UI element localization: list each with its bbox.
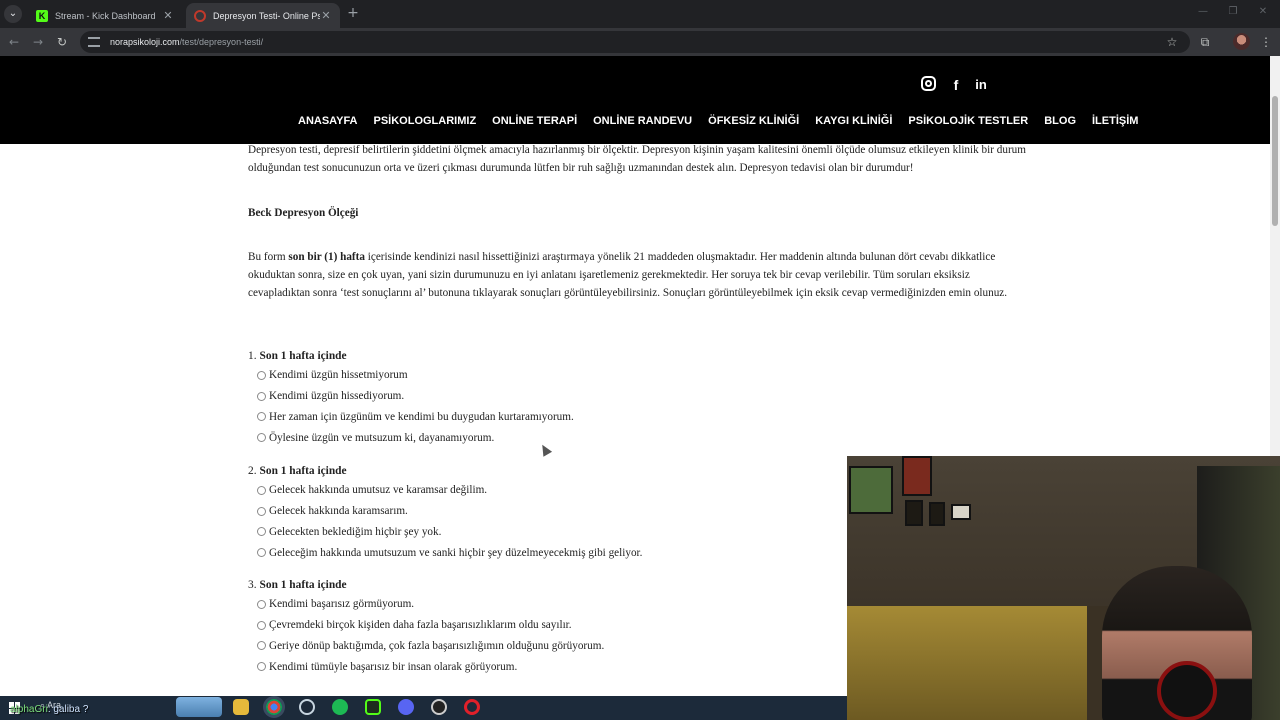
site-header: f in ANASAYFA PSİKOLOGLARIMIZ ONLİNE TER…: [0, 56, 1270, 144]
kick-favicon-icon: K: [36, 9, 48, 22]
webcam-overlay: [847, 456, 1280, 720]
close-tab-icon[interactable]: ✕: [162, 9, 174, 22]
browser-toolbar: ← → ↻ norapsikoloji.com/test/depresyon-t…: [0, 28, 1280, 56]
answer-option[interactable]: Gelecek hakkında karamsarım.: [248, 501, 848, 522]
answer-option[interactable]: Kendimi üzgün hissediyorum.: [248, 386, 848, 407]
radio-button[interactable]: [257, 506, 266, 516]
bookmark-star-icon[interactable]: ☆: [1164, 34, 1180, 50]
answer-option[interactable]: Geriye dönüp baktığımda, çok fazla başar…: [248, 636, 848, 657]
chat-overlay-message: alphaGri: galiba ?: [10, 704, 89, 715]
scale-title: Beck Depresyon Ölçeği: [248, 207, 359, 219]
new-tab-button[interactable]: +: [346, 6, 360, 20]
browser-menu-icon[interactable]: ⋮: [1258, 34, 1274, 50]
instagram-icon[interactable]: [921, 76, 936, 91]
question-title: 3. Son 1 hafta içinde: [248, 579, 347, 591]
wall-frame: [905, 500, 923, 526]
nora-favicon-icon: [194, 9, 206, 22]
radio-button[interactable]: [257, 433, 266, 443]
answer-option[interactable]: Gelecek hakkında umutsuz ve karamsar değ…: [248, 480, 848, 501]
answer-option[interactable]: Kendimi başarısız görmüyorum.: [248, 594, 848, 615]
window-close-button[interactable]: ✕: [1252, 6, 1274, 20]
webcam-couch: [847, 606, 1087, 720]
chrome-icon[interactable]: [266, 699, 282, 715]
question-title: 2. Son 1 hafta içinde: [248, 465, 347, 477]
answer-option[interactable]: Gelecekten beklediğim hiçbir şey yok.: [248, 522, 848, 543]
tab-kick-dashboard[interactable]: K Stream - Kick Dashboard ✕: [28, 3, 182, 28]
tab-search-button[interactable]: ⌄: [4, 5, 22, 23]
page-scrollbar[interactable]: [1270, 56, 1280, 456]
intro-paragraph: Depresyon testi, depresif belirtilerin ş…: [248, 144, 1026, 174]
menu-item-blog[interactable]: BLOG: [1044, 115, 1076, 127]
browser-tabstrip: ⌄ K Stream - Kick Dashboard ✕ Depresyon …: [0, 0, 1280, 28]
tab-depresyon-testi[interactable]: Depresyon Testi- Online Psikolo ✕: [186, 3, 340, 28]
menu-item-iletisim[interactable]: İLETİŞİM: [1092, 115, 1138, 127]
file-explorer-icon[interactable]: [233, 699, 249, 715]
question-2: 2. Son 1 hafta içinde Gelecek hakkında um…: [248, 462, 848, 563]
scrollbar-thumb[interactable]: [1272, 96, 1278, 226]
back-icon[interactable]: ←: [6, 34, 22, 50]
address-url: norapsikoloji.com/test/depresyon-testi/: [110, 37, 264, 47]
answer-option[interactable]: Kendimi üzgün hissetmiyorum: [248, 365, 848, 386]
radio-button[interactable]: [257, 412, 266, 422]
tab-title: Depresyon Testi- Online Psikolo: [213, 10, 320, 21]
media-app-icon[interactable]: [431, 699, 447, 715]
question-3: 3. Son 1 hafta içinde Kendimi başarısız g…: [248, 576, 848, 677]
wall-poster: [849, 466, 893, 514]
menu-item-online-terapi[interactable]: ONLİNE TERAPİ: [492, 115, 577, 127]
radio-button[interactable]: [257, 548, 266, 558]
forward-icon[interactable]: →: [30, 34, 46, 50]
extensions-icon[interactable]: ⧉: [1197, 34, 1213, 50]
wall-frame: [951, 504, 971, 520]
radio-button[interactable]: [257, 370, 266, 380]
answer-option[interactable]: Çevremdeki birçok kişiden daha fazla baş…: [248, 615, 848, 636]
radio-button[interactable]: [257, 599, 266, 609]
answer-option[interactable]: Geleceğim hakkında umutsuzum ve sanki hi…: [248, 542, 848, 563]
menu-item-online-randevu[interactable]: ONLİNE RANDEVU: [593, 115, 692, 127]
menu-item-ofkesiz-klinigi[interactable]: ÖFKESİZ KLİNİĞİ: [708, 115, 799, 127]
linkedin-icon[interactable]: in: [972, 76, 990, 94]
obs-icon[interactable]: [398, 699, 414, 715]
minimize-button[interactable]: —: [1192, 6, 1214, 20]
question-1: 1. Son 1 hafta içinde Kendimi üzgün hisse…: [248, 347, 848, 448]
reload-icon[interactable]: ↻: [54, 34, 70, 50]
menu-item-kaygi-klinigi[interactable]: KAYGI KLİNİĞİ: [815, 115, 892, 127]
radio-button[interactable]: [257, 391, 266, 401]
wall-frame: [929, 502, 945, 526]
restore-button[interactable]: ❐: [1222, 6, 1244, 20]
wall-poster: [902, 456, 932, 496]
spotify-icon[interactable]: [332, 699, 348, 715]
question-title: 1. Son 1 hafta içinde: [248, 350, 347, 362]
main-menu: ANASAYFA PSİKOLOGLARIMIZ ONLİNE TERAPİ O…: [298, 115, 1154, 127]
kick-app-icon[interactable]: [365, 699, 381, 715]
radio-button[interactable]: [257, 485, 266, 495]
facebook-icon[interactable]: f: [947, 76, 965, 94]
menu-item-psikolojik-testler[interactable]: PSİKOLOJİK TESTLER: [908, 115, 1028, 127]
answer-option[interactable]: Kendimi tümüyle başarısız bir insan olar…: [248, 656, 848, 677]
webcam-microphone: [1157, 661, 1217, 720]
steam-icon[interactable]: [299, 699, 315, 715]
taskbar-weather-widget[interactable]: [176, 697, 222, 717]
radio-button[interactable]: [257, 527, 266, 537]
radio-button[interactable]: [257, 620, 266, 630]
site-info-icon[interactable]: [88, 37, 100, 47]
address-bar[interactable]: norapsikoloji.com/test/depresyon-testi/: [80, 31, 1190, 53]
radio-button[interactable]: [257, 641, 266, 651]
radio-button[interactable]: [257, 662, 266, 672]
close-tab-icon[interactable]: ✕: [320, 9, 332, 22]
answer-option[interactable]: Her zaman için üzgünüm ve kendimi bu duy…: [248, 407, 848, 428]
profile-avatar[interactable]: [1233, 33, 1250, 50]
instructions-paragraph: Bu form son bir (1) hafta içerisinde ken…: [248, 251, 1008, 299]
menu-item-anasayfa[interactable]: ANASAYFA: [298, 115, 358, 127]
menu-item-psikologlarimiz[interactable]: PSİKOLOGLARIMIZ: [374, 115, 477, 127]
tab-title: Stream - Kick Dashboard: [55, 10, 156, 21]
opera-icon[interactable]: [464, 699, 480, 715]
windows-taskbar: ⌕ Ara: [0, 696, 847, 720]
